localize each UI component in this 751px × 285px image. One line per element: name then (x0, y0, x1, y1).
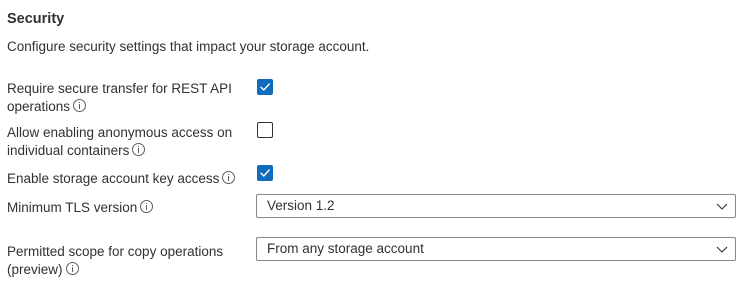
info-icon[interactable] (140, 200, 154, 213)
section-title: Security (7, 11, 65, 27)
anonymous-access-label-text: Allow enabling anonymous access on indiv… (7, 125, 233, 158)
info-icon[interactable] (222, 171, 236, 184)
anonymous-access-label: Allow enabling anonymous access on indiv… (7, 124, 242, 160)
section-description: Configure security settings that impact … (7, 39, 370, 54)
copy-scope-dropdown[interactable]: From any storage account (256, 237, 736, 261)
min-tls-label-text: Minimum TLS version (7, 200, 138, 215)
min-tls-dropdown[interactable]: Version 1.2 (256, 194, 736, 218)
chevron-down-icon (716, 203, 728, 210)
info-icon[interactable] (132, 143, 146, 156)
account-key-access-checkbox[interactable] (257, 165, 273, 181)
info-icon[interactable] (73, 99, 87, 112)
secure-transfer-label-text: Require secure transfer for REST API ope… (7, 81, 232, 114)
chevron-down-icon (716, 246, 728, 253)
account-key-access-label-text: Enable storage account key access (7, 171, 220, 186)
min-tls-label: Minimum TLS version (7, 199, 242, 217)
anonymous-access-checkbox[interactable] (257, 122, 273, 138)
info-icon[interactable] (65, 262, 79, 275)
checkmark-icon (260, 83, 270, 91)
account-key-access-label: Enable storage account key access (7, 170, 242, 188)
secure-transfer-checkbox[interactable] (257, 79, 273, 95)
copy-scope-label: Permitted scope for copy operations (pre… (7, 243, 242, 279)
copy-scope-label-text: Permitted scope for copy operations (pre… (7, 244, 224, 277)
copy-scope-dropdown-value: From any storage account (267, 241, 424, 256)
min-tls-dropdown-value: Version 1.2 (267, 198, 335, 213)
checkmark-icon (260, 169, 270, 177)
secure-transfer-label: Require secure transfer for REST API ope… (7, 80, 242, 116)
